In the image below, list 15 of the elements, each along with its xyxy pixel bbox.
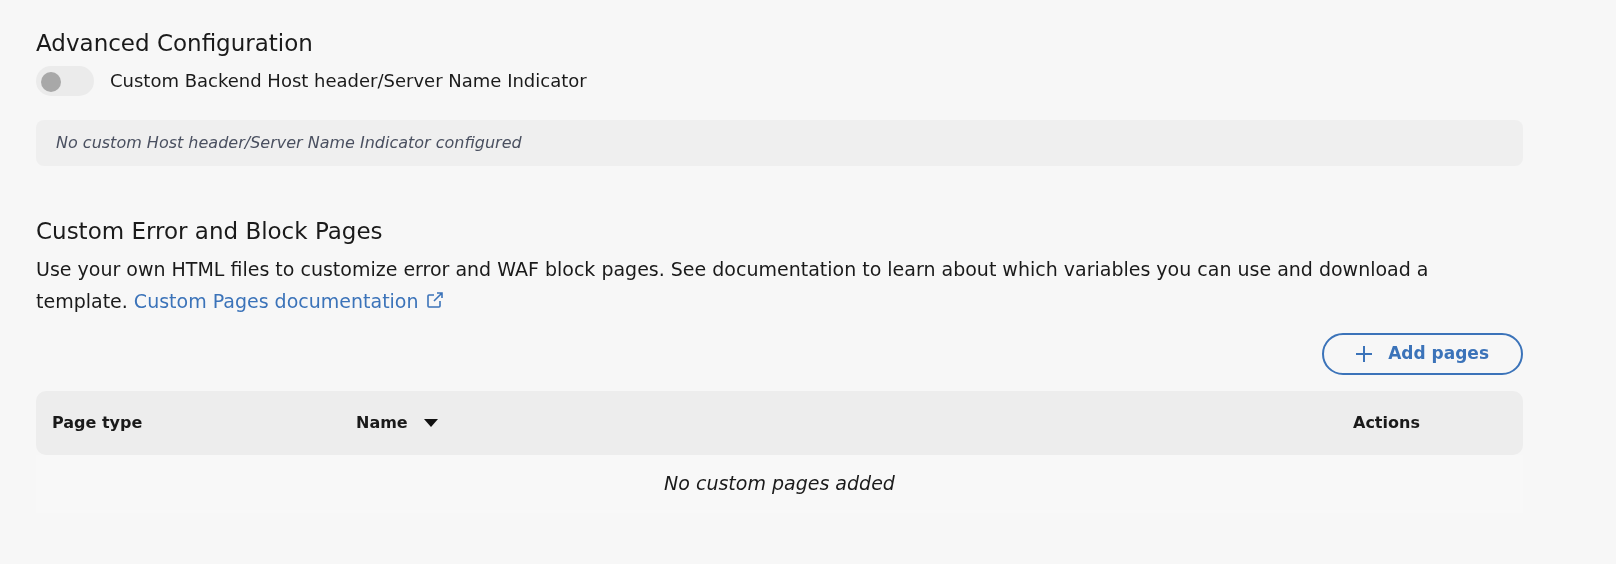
external-link-icon[interactable]	[424, 290, 445, 311]
description-text: Use your own HTML files to customize error and WAF block pages. See documentation to learn about which variables you can use and download a template. Custom Pages documentation	[36, 257, 1430, 315]
column-header[interactable]: Name	[356, 410, 438, 435]
toggle-label: Custom Backend Host header/Server Name Indicator	[110, 69, 587, 94]
info-message: No custom Host header/Server Name Indicator configured	[36, 119, 1523, 166]
sort-icon	[423, 418, 438, 427]
section-title: Advanced Configuration	[36, 30, 314, 58]
toggle-switch[interactable]	[36, 65, 94, 96]
column-header[interactable]: Actions	[1353, 410, 1420, 435]
column-header[interactable]: Page type	[52, 410, 143, 435]
section-title: Custom Error and Block Pages	[36, 217, 384, 246]
add-pages-button[interactable]: Add pages	[1322, 333, 1523, 375]
plus-icon	[1356, 345, 1373, 362]
empty-message: No custom pages added	[664, 471, 895, 497]
documentation-link[interactable]: Custom Pages documentation	[133, 290, 445, 313]
